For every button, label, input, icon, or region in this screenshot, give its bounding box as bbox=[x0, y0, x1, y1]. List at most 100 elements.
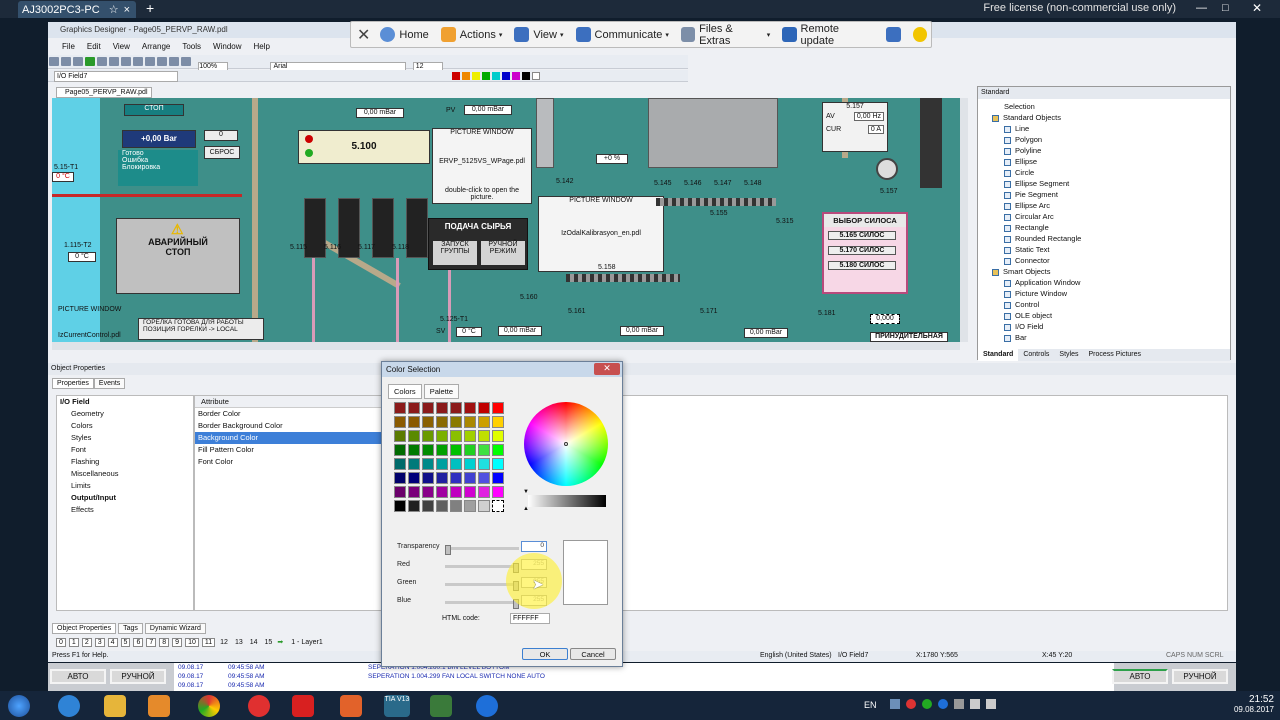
minimize-icon[interactable]: — bbox=[1196, 2, 1207, 14]
tab-process-pictures[interactable]: Process Pictures bbox=[1083, 349, 1146, 361]
group-start-button[interactable]: ЗАПУСК ГРУППЫ bbox=[433, 241, 477, 265]
color-swatch[interactable] bbox=[422, 430, 434, 442]
arrow-right-icon[interactable]: ➡ bbox=[277, 638, 283, 646]
color-swatch[interactable] bbox=[436, 458, 448, 470]
tab-dynamic-wizard[interactable]: Dynamic Wizard bbox=[144, 623, 206, 634]
maximize-icon[interactable]: □ bbox=[1222, 2, 1229, 14]
counter-field[interactable]: 0 bbox=[204, 130, 238, 141]
brightness-slider[interactable] bbox=[528, 495, 606, 507]
zoom-out-icon[interactable] bbox=[181, 57, 191, 66]
color-swatch[interactable] bbox=[492, 458, 504, 470]
color-swatch[interactable] bbox=[436, 402, 448, 414]
color-swatch[interactable] bbox=[408, 486, 420, 498]
layer-4[interactable]: 4 bbox=[107, 637, 118, 647]
star-icon[interactable]: ☆ bbox=[109, 4, 119, 16]
attr-fill-pattern-color[interactable]: Fill Pattern Color bbox=[195, 444, 381, 456]
auto-button[interactable]: АВТО bbox=[50, 669, 106, 684]
blue-track[interactable] bbox=[445, 599, 519, 609]
paste-icon[interactable] bbox=[121, 57, 131, 66]
color-swatch[interactable] bbox=[422, 500, 434, 512]
cancel-button[interactable]: Cancel bbox=[570, 648, 616, 660]
hmi-canvas[interactable]: СТОП +0,00 Bar Готово Ошибка Блокировка … bbox=[52, 98, 960, 342]
menu-edit[interactable]: Edit bbox=[87, 40, 101, 53]
graphics-designer-icon[interactable] bbox=[430, 695, 452, 717]
color-swatch[interactable] bbox=[394, 458, 406, 470]
save-icon[interactable] bbox=[73, 57, 83, 66]
tree-static-text[interactable]: Static Text bbox=[1004, 245, 1049, 254]
screens-icon[interactable] bbox=[886, 27, 901, 42]
taskbar-clock[interactable]: 21:52 09.08.2017 bbox=[1234, 694, 1274, 714]
new-tab-icon[interactable]: + bbox=[146, 0, 154, 16]
tree-connector[interactable]: Connector bbox=[1004, 256, 1050, 265]
tray-icon[interactable] bbox=[954, 699, 964, 709]
close-icon[interactable]: × bbox=[124, 4, 130, 16]
color-swatch[interactable] bbox=[492, 486, 504, 498]
close-session-icon[interactable]: ✕ bbox=[357, 25, 370, 45]
color-swatch[interactable] bbox=[492, 402, 504, 414]
layer-3[interactable]: 3 bbox=[94, 637, 105, 647]
layer-15[interactable]: 15 bbox=[263, 639, 275, 646]
tree-picture-window[interactable]: Picture Window bbox=[1004, 289, 1067, 298]
tray-icon[interactable] bbox=[938, 699, 948, 709]
color-swatch[interactable] bbox=[522, 72, 530, 80]
color-swatch[interactable] bbox=[464, 500, 476, 512]
color-swatch[interactable] bbox=[482, 72, 490, 80]
color-swatch[interactable] bbox=[462, 72, 470, 80]
fan-icon[interactable] bbox=[876, 158, 898, 180]
color-swatch[interactable] bbox=[478, 472, 490, 484]
communicate-button[interactable]: Communicate ▾ bbox=[575, 27, 669, 42]
media-player-icon[interactable] bbox=[148, 695, 170, 717]
tree-ellipse-arc[interactable]: Ellipse Arc bbox=[1004, 201, 1050, 210]
color-swatch[interactable] bbox=[512, 72, 520, 80]
view-button[interactable]: View ▾ bbox=[514, 27, 564, 42]
color-swatch[interactable] bbox=[478, 500, 490, 512]
tray-icon[interactable] bbox=[890, 699, 900, 709]
color-swatch[interactable] bbox=[436, 472, 448, 484]
menu-file[interactable]: File bbox=[62, 40, 75, 53]
grid-icon[interactable] bbox=[157, 57, 167, 66]
silo-5180-button[interactable]: 5.180 СИЛОС bbox=[828, 261, 896, 270]
color-swatch[interactable] bbox=[422, 444, 434, 456]
office-icon[interactable] bbox=[340, 695, 362, 717]
color-swatch[interactable] bbox=[408, 458, 420, 470]
color-swatch[interactable] bbox=[464, 486, 476, 498]
tree-ellipse[interactable]: Ellipse bbox=[1004, 157, 1037, 166]
manual-button[interactable]: РУЧНОЙ bbox=[110, 669, 166, 684]
color-swatch[interactable] bbox=[492, 416, 504, 428]
tree-circular-arc[interactable]: Circular Arc bbox=[1004, 212, 1054, 221]
canvas-horizontal-scrollbar[interactable] bbox=[52, 342, 960, 350]
color-swatch[interactable] bbox=[464, 402, 476, 414]
tia-portal-icon[interactable]: TIA V13 bbox=[384, 695, 410, 717]
transparency-track[interactable] bbox=[445, 545, 519, 555]
manual-button[interactable]: РУЧНОЙ bbox=[1172, 669, 1228, 684]
layer-13[interactable]: 13 bbox=[233, 639, 245, 646]
color-swatch[interactable] bbox=[450, 458, 462, 470]
color-swatch[interactable] bbox=[452, 72, 460, 80]
color-swatch[interactable] bbox=[492, 430, 504, 442]
transparency-input[interactable]: 0 bbox=[521, 541, 547, 552]
taskbar-language[interactable]: EN bbox=[864, 700, 877, 710]
tab-standard[interactable]: Standard bbox=[978, 349, 1019, 361]
tree-miscellaneous[interactable]: Miscellaneous bbox=[57, 468, 193, 480]
color-swatch[interactable] bbox=[450, 402, 462, 414]
color-swatch[interactable] bbox=[464, 416, 476, 428]
menu-help[interactable]: Help bbox=[254, 40, 270, 53]
tab-tags[interactable]: Tags bbox=[118, 623, 143, 634]
transparency-thumb[interactable] bbox=[445, 545, 451, 555]
tab-controls[interactable]: Controls bbox=[1018, 349, 1054, 361]
canvas-vertical-scrollbar[interactable] bbox=[960, 98, 968, 342]
layer-0[interactable]: 0 bbox=[56, 637, 66, 647]
color-swatch[interactable] bbox=[532, 72, 540, 80]
open-icon[interactable] bbox=[61, 57, 71, 66]
silo-5170-button[interactable]: 5.170 СИЛОС bbox=[828, 246, 896, 255]
attr-font-color[interactable]: Font Color bbox=[195, 456, 381, 468]
chrome-icon[interactable] bbox=[198, 695, 220, 717]
color-swatch[interactable] bbox=[478, 444, 490, 456]
close-window-icon[interactable]: ✕ bbox=[1252, 1, 1262, 15]
color-swatch[interactable] bbox=[450, 444, 462, 456]
emergency-stop-button[interactable]: ⚠ АВАРИЙНЫЙ СТОП bbox=[116, 218, 240, 294]
color-swatch[interactable] bbox=[436, 430, 448, 442]
tab-styles[interactable]: Styles bbox=[1054, 349, 1083, 361]
volume-icon[interactable] bbox=[986, 699, 996, 709]
red-track[interactable] bbox=[445, 563, 519, 573]
